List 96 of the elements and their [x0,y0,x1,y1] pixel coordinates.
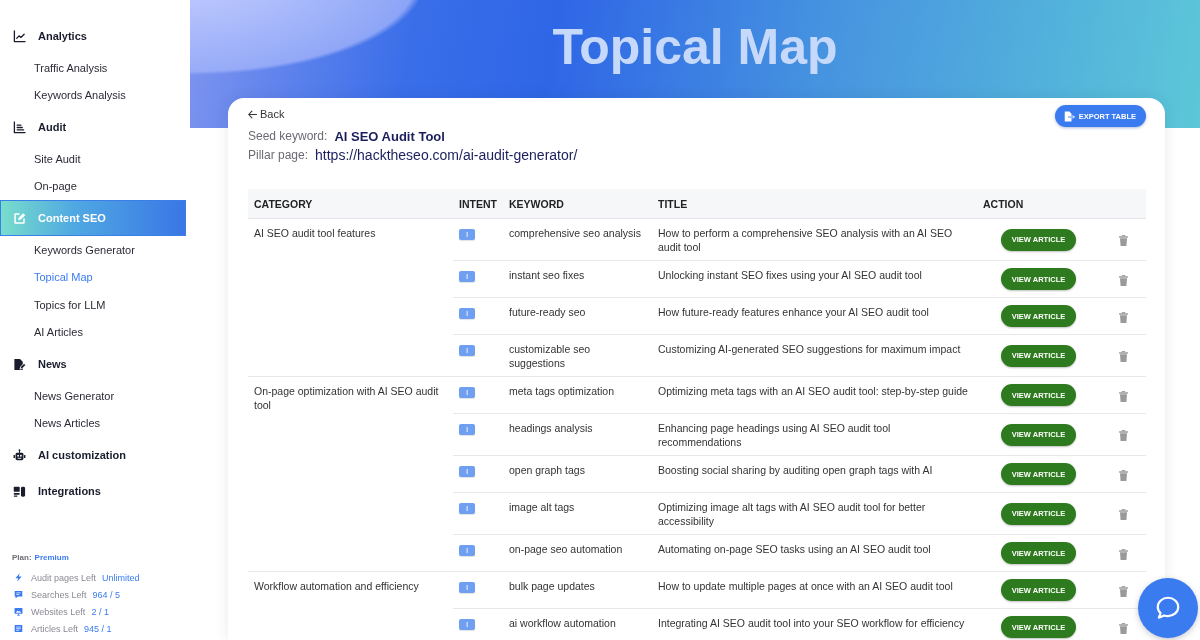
line-chart-icon [13,29,26,43]
column-header: INTENT [453,189,503,219]
trash-icon[interactable] [1118,509,1128,521]
sidebar-item[interactable]: Keywords Generator [34,243,135,256]
category-cell: On-page optimization with AI SEO audit tool [248,376,453,572]
category-cell: Workflow automation and efficiency [248,571,453,640]
title-cell: Optimizing meta tags with an AI SEO audit tool: step-by-step guide [652,376,977,414]
keyword-cell: instant seo fixes [503,260,652,298]
trash-icon[interactable] [1118,351,1128,363]
column-header: ACTION [977,189,1100,219]
title-cell: Optimizing image alt tags with AI SEO audit tool for better accessibility [652,492,977,535]
sidebar-group-item[interactable]: AI customization [0,437,186,473]
title-cell: Boosting social sharing by auditing open graph tags with AI [652,455,977,493]
layout-blocks-icon [13,484,26,498]
pillar-page-link[interactable]: https://hacktheseo.com/ai-audit-generator/ [315,147,578,163]
sidebar-item[interactable]: Topics for LLM [34,298,106,311]
keyword-cell: ai workflow automation [503,608,652,640]
file-export-icon [1063,110,1075,122]
trash-icon[interactable] [1118,235,1128,247]
intent-badge: I [459,618,475,630]
column-header: TITLE [652,189,977,219]
quota-label: Searches Left [31,589,87,600]
intent-badge: I [459,307,475,319]
robot-icon [13,448,26,462]
keyword-cell: on-page seo automation [503,534,652,572]
arrow-left-icon [248,109,257,119]
pillar-page-label: Pillar page: [248,148,309,162]
keyword-cell: bulk page updates [503,571,652,609]
plan-label: Plan: [12,552,32,562]
quota-label: Audit pages Left [31,572,97,583]
intent-badge: I [459,386,475,398]
message-icon [14,590,23,599]
title-cell: How to perform a comprehensive SEO analysis with an AI SEO audit tool [652,218,977,261]
sidebar-item[interactable]: News Articles [34,417,101,430]
title-cell: How to update multiple pages at once with an AI SEO audit tool [652,571,977,609]
sidebar-item[interactable]: AI Articles [34,326,83,339]
quota-value: Unlimited [102,572,140,583]
chat-bubble-icon [1154,594,1182,622]
category-cell: AI SEO audit tool features [248,218,453,377]
title-cell: How future-ready features enhance your AI SEO audit tool [652,297,977,335]
quota-label: Websites Left [31,606,86,617]
intent-badge: I [459,228,475,240]
trash-icon[interactable] [1118,390,1128,402]
keyword-cell: headings analysis [503,413,652,456]
sidebar-group-item[interactable]: Analytics [0,18,186,54]
trash-icon[interactable] [1118,430,1128,442]
keyword-cell: comprehensive seo analysis [503,218,652,261]
column-header: KEYWORD [503,189,652,219]
quota-value: 964 / 5 [92,589,121,600]
sidebar-item[interactable]: Topical Map [34,271,93,284]
intent-badge: I [459,344,475,356]
intent-badge: I [459,581,475,593]
page-title: Topical Map [552,18,838,77]
bar-chart-icon [13,120,26,134]
keyword-cell: customizable seo suggestions [503,334,652,377]
intent-badge: I [459,423,475,435]
sidebar-group-item[interactable]: News [0,346,186,382]
intent-badge: I [459,465,475,477]
title-cell: Enhancing page headings using AI SEO audit tool recommendations [652,413,977,456]
sidebar-item[interactable]: Site Audit [34,152,81,165]
sidebar-group-item[interactable]: Integrations [0,473,186,509]
trash-icon[interactable] [1118,585,1128,597]
keyword-cell: meta tags optimization [503,376,652,414]
keyword-cell: future-ready seo [503,297,652,335]
edit-icon [13,211,26,225]
intent-badge: I [459,270,475,282]
sidebar-item[interactable]: Traffic Analysis [34,61,108,74]
title-cell: Automating on-page SEO tasks using an AI SEO audit tool [652,534,977,572]
trash-icon[interactable] [1118,469,1128,481]
sidebar-group-item[interactable]: Audit [0,109,186,145]
back-link[interactable]: Back [248,106,285,122]
intent-badge: I [459,502,475,514]
plan-name: Premium [34,552,69,562]
title-cell: Customizing AI-generated SEO suggestions for maximum impact [652,334,977,377]
trash-icon[interactable] [1118,622,1128,634]
quota-label: Articles Left [31,623,79,634]
document-pen-icon [13,357,26,371]
trash-icon[interactable] [1118,274,1128,286]
quota-value: 945 / 1 [84,623,112,634]
intent-badge: I [459,544,475,556]
title-cell: Integrating AI SEO audit tool into your SEO workflow for efficiency [652,608,977,640]
sidebar-item[interactable]: On-page [34,180,77,193]
lightning-icon [14,573,23,582]
quota-value: 2 / 1 [91,606,109,617]
title-cell: Unlocking instant SEO fixes using your AI SEO audit tool [652,260,977,298]
trash-icon[interactable] [1118,311,1128,323]
sidebar-item[interactable]: Keywords Analysis [34,89,126,102]
column-header: CATEGORY [248,189,453,219]
keyword-cell: image alt tags [503,492,652,535]
seed-keyword-label: Seed keyword: [248,129,328,143]
document-icon [14,624,23,633]
image-icon [14,607,23,616]
seed-keyword-value: AI SEO Audit Tool [334,128,445,144]
trash-icon[interactable] [1118,548,1128,560]
sidebar-item[interactable]: News Generator [34,389,115,402]
keyword-cell: open graph tags [503,455,652,493]
